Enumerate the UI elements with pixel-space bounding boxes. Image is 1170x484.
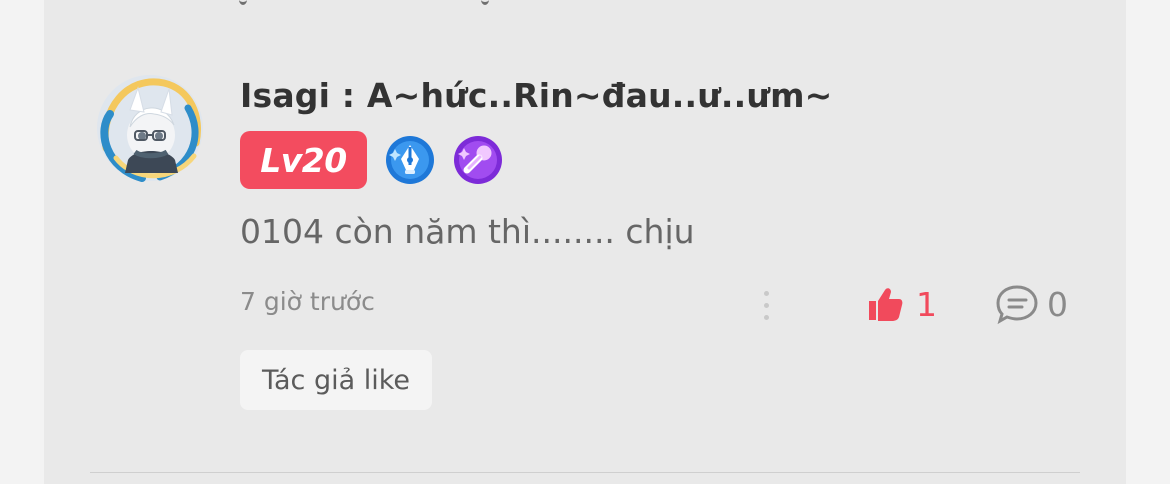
author-like-tag: Tác giả like (240, 350, 432, 410)
reply-button[interactable]: 0 (995, 282, 1068, 326)
reply-count: 0 (1047, 284, 1068, 324)
comment-divider (90, 472, 1080, 473)
comment-page: Isagi : A~hức..Rin~đau..ư..ưm~ Lv20 0104… (0, 0, 1170, 484)
like-button[interactable]: 1 (866, 282, 937, 326)
microphone-badge-icon[interactable] (453, 135, 503, 185)
user-avatar[interactable] (92, 70, 208, 186)
username[interactable]: Isagi : A~hức..Rin~đau..ư..ưm~ (240, 76, 833, 115)
comment-card: Isagi : A~hức..Rin~đau..ư..ưm~ Lv20 0104… (44, 0, 1126, 484)
more-vertical-icon[interactable] (760, 291, 772, 323)
user-badges: Lv20 (240, 131, 503, 189)
thumbs-up-icon (869, 288, 903, 321)
clipped-previous-content (239, 0, 499, 6)
pen-badge-icon[interactable] (385, 135, 435, 185)
comment-icon (996, 285, 1038, 325)
comment-text: 0104 còn năm thì........ chịu (240, 212, 695, 251)
level-badge: Lv20 (240, 131, 367, 189)
anime-avatar-icon (97, 75, 203, 182)
like-count: 1 (916, 284, 937, 324)
comment-time: 7 giờ trước (240, 287, 375, 316)
